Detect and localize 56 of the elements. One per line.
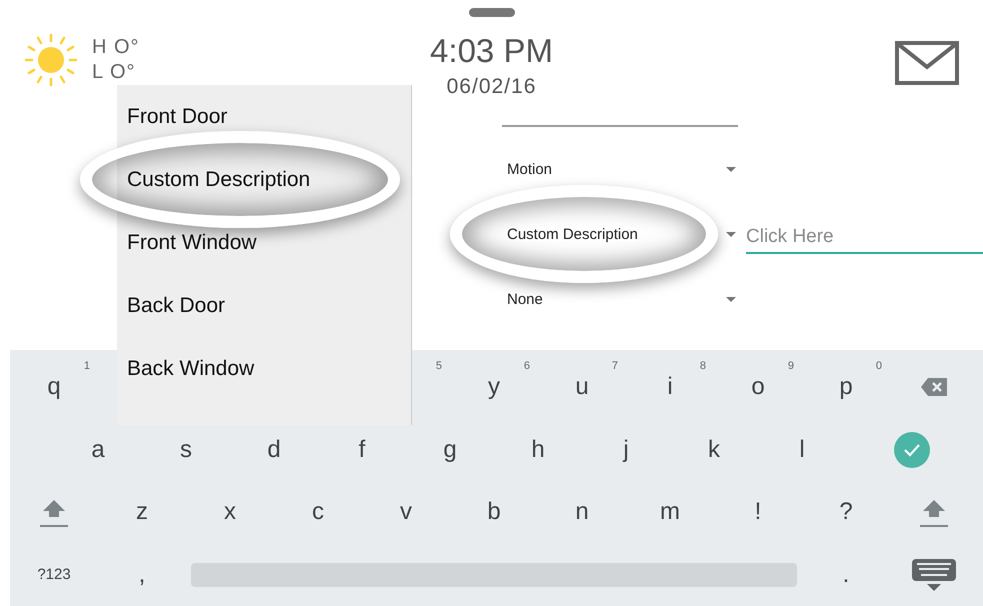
key-hint: 8 [700, 360, 706, 372]
key[interactable]: k [708, 436, 720, 464]
key-hint: 7 [612, 360, 618, 372]
key[interactable]: ! [754, 498, 762, 526]
menu-item[interactable]: Front Window [127, 230, 257, 254]
key-hint: 9 [788, 360, 794, 372]
menu-item[interactable]: Back Window [127, 356, 254, 380]
dropdown[interactable]: Custom Description [502, 202, 738, 267]
key[interactable]: a [91, 436, 105, 464]
key[interactable]: i [667, 373, 673, 402]
high-temperature: H O° [92, 35, 140, 60]
caret-icon [726, 167, 736, 172]
dropdown[interactable]: Motion [502, 137, 738, 202]
key-hint: 1 [84, 360, 90, 372]
key[interactable]: c [312, 498, 324, 526]
dropdown[interactable]: None [502, 267, 738, 332]
mail-icon[interactable] [895, 41, 959, 85]
key-hint: 5 [436, 360, 442, 372]
checkmark-icon[interactable] [894, 432, 930, 468]
menu-item[interactable]: Back Door [127, 294, 226, 318]
key[interactable]: s [180, 436, 192, 464]
keyboard-hide-icon[interactable] [911, 558, 957, 591]
key[interactable]: . [842, 560, 850, 589]
key[interactable]: v [400, 498, 412, 526]
key[interactable]: q [47, 373, 61, 402]
clock-date: 06/02/16 [446, 74, 536, 100]
key[interactable]: p [839, 373, 853, 402]
menu-item[interactable]: Front Door [127, 104, 228, 128]
symbols-key[interactable]: ?123 [37, 566, 71, 584]
key[interactable]: h [531, 436, 545, 464]
key[interactable]: f [358, 436, 366, 464]
key[interactable]: n [575, 498, 589, 526]
key[interactable]: , [138, 560, 146, 589]
menu-item[interactable]: Custom Description [127, 168, 310, 192]
drag-handle[interactable] [468, 8, 514, 17]
key[interactable]: d [267, 436, 281, 464]
key[interactable]: l [799, 436, 805, 464]
clock-time: 4:03 PM [430, 31, 553, 71]
key[interactable]: j [623, 436, 629, 464]
key[interactable]: u [575, 373, 589, 402]
key[interactable]: b [487, 498, 501, 526]
caret-icon [726, 297, 736, 302]
key[interactable]: g [443, 436, 457, 464]
key[interactable]: z [136, 498, 148, 526]
input-field[interactable]: Click Here [746, 222, 983, 254]
caret-icon [726, 232, 736, 237]
key[interactable]: y [488, 373, 500, 402]
key[interactable]: ? [839, 498, 853, 526]
key-hint: 0 [876, 360, 882, 372]
sun-icon [24, 33, 78, 87]
key-hint: 6 [524, 360, 530, 372]
backspace-icon[interactable] [921, 378, 947, 396]
key[interactable]: x [224, 498, 236, 526]
low-temperature: L O° [92, 60, 136, 85]
key[interactable]: o [751, 373, 765, 402]
key[interactable]: m [660, 498, 680, 526]
